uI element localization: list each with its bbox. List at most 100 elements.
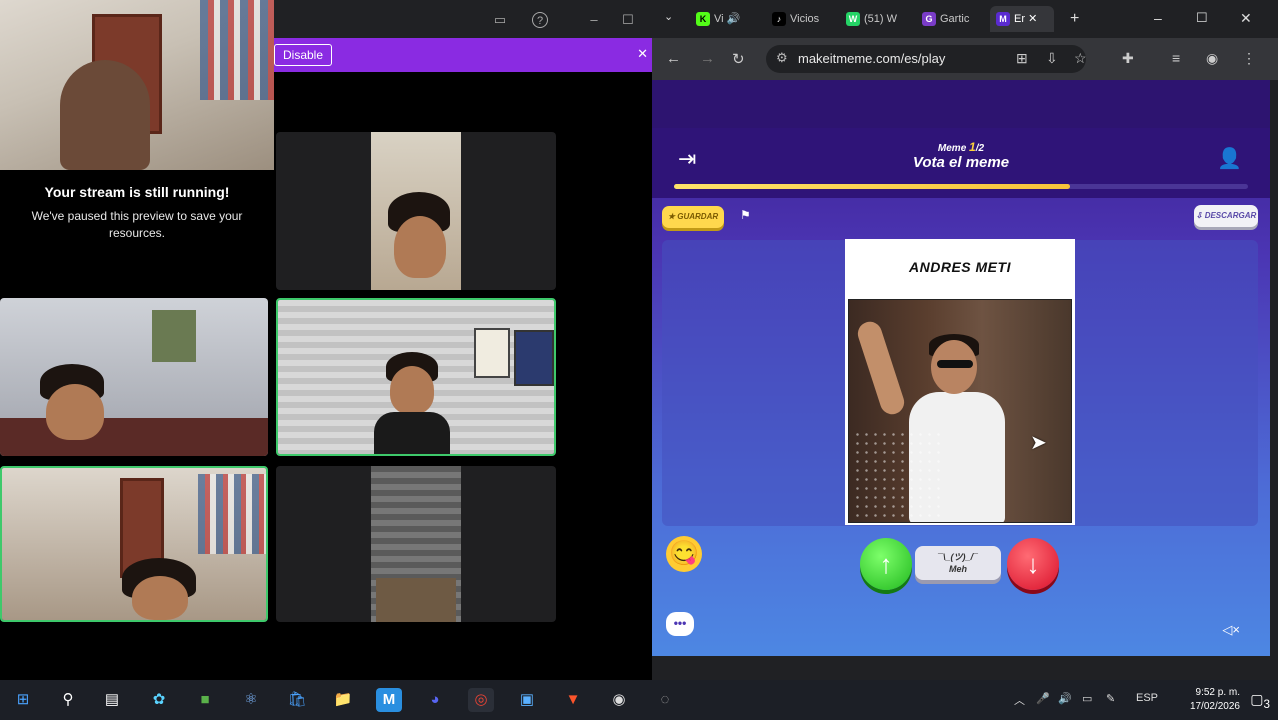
maximize-icon[interactable]: ☐ [620,12,636,28]
shrug-text: ¯\_(ツ)_/¯ [938,552,978,562]
browser-window: ⌄ K Vi 🔊 ♪ Vicios W (51) W G Gartic M Er ✕ + … [652,0,1278,680]
discord-icon[interactable]: ◕ [422,688,448,712]
chat-icon: ••• [673,616,687,630]
notifications-icon[interactable]: ▢3 [1250,691,1270,711]
pen-icon[interactable]: ✎ [1106,692,1115,705]
timer-progress-fill [674,184,1071,189]
mail-icon[interactable]: M [376,688,402,712]
tab-label: Vicios [790,13,820,25]
search-icon[interactable]: ⚲ [55,688,81,712]
install-icon[interactable]: ⇩ [1046,50,1058,67]
tab[interactable]: W (51) W [846,6,906,32]
tab[interactable]: ♪ Vicios [772,6,832,32]
network-icon[interactable]: ▭ [1082,692,1092,705]
background-clothes [200,0,274,100]
mute-sound-icon[interactable]: ◁× [1222,622,1240,638]
close-tab-icon[interactable]: ✕ [1028,13,1037,25]
store-icon[interactable]: 🛍 [284,688,310,712]
minimize-icon[interactable]: – [1154,10,1162,26]
address-bar[interactable]: ⚙ makeitmeme.com/es/play [766,45,1086,73]
media-control-icon[interactable]: ≡ [1172,50,1180,66]
close-banner-icon[interactable]: ✕ [637,46,648,62]
salt-sprinkle [853,430,943,520]
vote-up-button[interactable]: ↑ [860,538,912,590]
participant-face [390,366,434,414]
obs-icon[interactable]: ◉ [606,688,632,712]
mouse-cursor-icon: ➤ [1030,432,1047,454]
download-label: DESCARGAR [1204,211,1257,220]
file-explorer-icon[interactable]: 📁 [330,688,356,712]
translate-icon[interactable]: ⊞ [1016,50,1028,67]
system-clock[interactable]: 9:52 p. m. 17/02/2026 [1190,686,1240,714]
bookmark-star-icon[interactable]: ☆ [1074,50,1087,67]
participant-tile[interactable] [276,132,556,290]
reload-icon[interactable]: ↻ [732,50,745,68]
video-call-app: Your stream is still running! We've paus… [0,0,652,680]
participant-tile-speaking[interactable] [276,298,556,456]
participant-face [132,576,188,620]
stream-paused-notice: Your stream is still running! We've paus… [0,170,274,298]
site-info-icon[interactable]: ⚙ [776,50,788,66]
vote-down-button[interactable]: ↓ [1007,538,1059,590]
copilot-icon[interactable]: ✿ [146,688,172,712]
tab[interactable]: K Vi 🔊 [696,6,754,32]
tiktok-icon: ♪ [772,12,786,27]
meme-counter-index: 1 [969,140,976,154]
tab-label: Gartic [940,13,970,25]
kick-icon: K [696,12,710,27]
tab-search-icon[interactable]: ⌄ [664,10,673,23]
participant-tile[interactable] [0,298,268,456]
whatsapp-icon: W [846,12,860,27]
language-indicator[interactable]: ESP [1136,692,1158,704]
report-flag-icon[interactable]: ⚑ [740,208,751,222]
help-icon[interactable]: ? [532,12,548,28]
game-header: ⇥ Meme 1/2 Vota el meme 👤 [652,128,1270,198]
save-button[interactable]: ★ GUARDAR [662,206,724,228]
page-top-band [652,80,1270,128]
meme-counter-total: /2 [975,143,985,154]
tab-label: Vi [714,13,724,25]
tab[interactable]: G Gartic [922,6,982,32]
disable-button[interactable]: Disable [274,44,333,66]
extensions-icon[interactable]: ✚ [1122,50,1134,67]
app-window-icon[interactable]: ▣ [514,688,540,712]
participant-face [394,216,446,278]
emoji-reaction-button[interactable]: 😋 [666,536,702,572]
clock-time: 9:52 p. m. [1195,687,1240,698]
minecraft-icon[interactable]: ■ [192,688,218,712]
stream-notice-title: Your stream is still running! [44,184,230,200]
tray-chevron-icon[interactable]: ︿ [1014,692,1025,708]
brave-icon[interactable]: ▼ [560,688,586,712]
vote-meh-button[interactable]: ¯\_(ツ)_/¯ Meh [915,546,1001,580]
menu-icon[interactable]: ⋮ [1242,50,1256,67]
monitor-icon[interactable]: ▭ [492,12,508,28]
meme-counter-label: Meme [937,143,967,154]
react-icon[interactable]: ⚛ [238,688,264,712]
maximize-icon[interactable]: ☐ [1196,10,1208,26]
bed [0,418,268,456]
volume-icon[interactable]: 🔊 [1058,692,1072,705]
minimize-icon[interactable]: – [586,12,602,28]
close-window-icon[interactable]: ✕ [1240,10,1252,27]
participant-tile[interactable] [276,466,556,622]
tab-label: (51) W [864,13,897,25]
profile-icon[interactable]: ◉ [1206,50,1218,67]
new-tab-icon[interactable]: + [1070,10,1079,28]
start-windows-icon[interactable]: ⊞ [10,688,36,712]
task-view-icon[interactable]: ▤ [99,688,125,712]
participant-tile-speaking[interactable] [0,466,268,622]
microphone-icon[interactable]: 🎤 [1036,692,1050,705]
app-icon[interactable]: ◌ [652,688,678,712]
call-window-titlebar: ▭ ? – ☐ [274,0,652,38]
chat-button[interactable]: ••• [666,612,694,636]
back-icon[interactable]: ← [666,50,681,67]
timer-progress-bar [674,184,1248,189]
download-button[interactable]: ⇩ DESCARGAR [1194,205,1258,227]
meme-figure-sunglasses [937,360,973,368]
tab-label: Er [1014,13,1025,25]
notification-count: 3 [1263,697,1270,711]
forward-icon[interactable]: → [700,50,715,67]
chrome-icon[interactable]: ◎ [468,688,494,712]
tab-active[interactable]: M Er ✕ [990,6,1054,32]
user-icon[interactable]: 👤 [1217,146,1242,171]
